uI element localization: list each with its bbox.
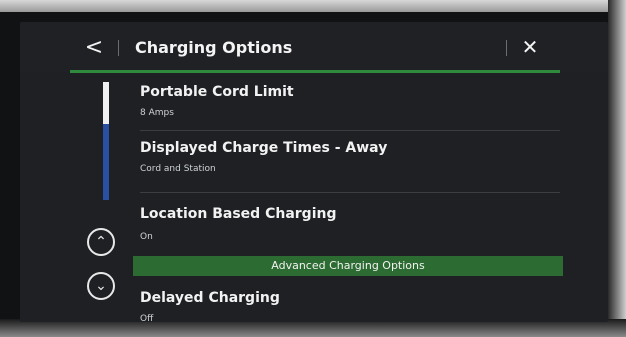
list-item-title: Displayed Charge Times - Away (140, 140, 388, 156)
bezel-right-edge (608, 0, 626, 337)
close-button[interactable]: ✕ (518, 35, 542, 59)
header-bar: < Charging Options ✕ (20, 22, 608, 72)
chevron-left-icon: < (84, 35, 104, 60)
list-item-location-based-charging[interactable]: Location Based Charging On (140, 206, 560, 252)
header-divider-right (506, 40, 507, 56)
infotainment-screen: < Charging Options ✕ ⌃ ⌄ Portable Cord L… (20, 22, 608, 322)
scroll-down-button[interactable]: ⌄ (87, 272, 115, 300)
bezel-top-edge (0, 0, 626, 12)
header-divider-left (118, 40, 119, 56)
list-item-value: Off (140, 314, 154, 322)
page-title: Charging Options (135, 38, 293, 57)
list-item-value: 8 Amps (140, 108, 174, 118)
list-item-value: On (140, 232, 153, 242)
list-item-delayed-charging[interactable]: Delayed Charging Off (140, 290, 560, 322)
list-item-value: Cord and Station (140, 164, 216, 174)
list-item-portable-cord-limit[interactable]: Portable Cord Limit 8 Amps (140, 84, 560, 131)
chevron-down-icon: ⌄ (95, 278, 107, 294)
list-item-displayed-charge-times[interactable]: Displayed Charge Times - Away Cord and S… (140, 140, 560, 193)
list-item-title: Delayed Charging (140, 290, 280, 306)
section-header-advanced: Advanced Charging Options (133, 256, 563, 276)
chevron-up-icon: ⌃ (95, 234, 107, 250)
list-item-title: Location Based Charging (140, 206, 337, 222)
scrollbar-thumb[interactable] (103, 82, 109, 124)
close-icon: ✕ (521, 35, 539, 59)
header-accent-line (70, 70, 560, 73)
scroll-up-button[interactable]: ⌃ (87, 228, 115, 256)
list-item-title: Portable Cord Limit (140, 84, 294, 100)
back-button[interactable]: < (82, 36, 106, 60)
